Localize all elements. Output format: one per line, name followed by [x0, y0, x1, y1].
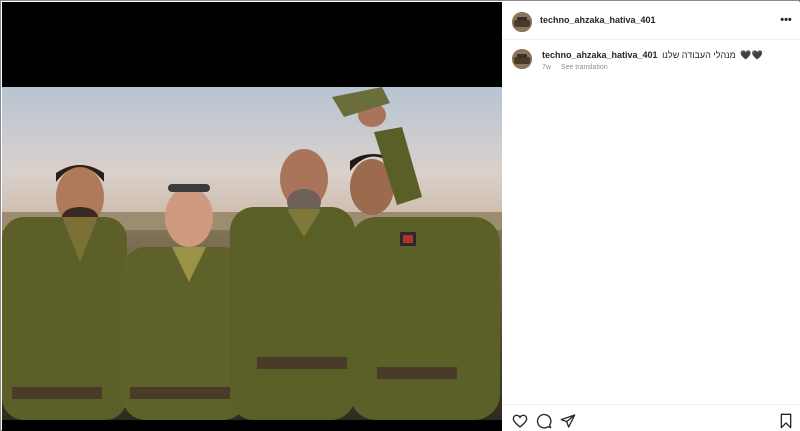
comment-icon [536, 413, 552, 429]
caption-text: מנהלי העבודה שלנו [662, 50, 736, 60]
comment-button[interactable] [536, 413, 552, 429]
heart-icon [512, 414, 528, 428]
post-sidebar: techno_ahzaka_hativa_401 ••• techno_ahza… [502, 2, 800, 431]
avatar[interactable] [512, 12, 532, 32]
action-bar [502, 404, 800, 431]
share-button[interactable] [560, 413, 576, 429]
soldiers-photo [2, 87, 502, 420]
more-icon: ••• [780, 14, 792, 26]
post-time[interactable]: 7w [542, 64, 551, 71]
post-modal: techno_ahzaka_hativa_401 ••• techno_ahza… [0, 0, 800, 431]
caption-line: techno_ahzaka_hativa_401 מנהלי העבודה של… [542, 50, 763, 61]
caption-meta: 7w See translation [542, 64, 608, 71]
save-button[interactable] [778, 413, 794, 429]
bookmark-icon [780, 413, 792, 429]
caption-row: techno_ahzaka_hativa_401 מנהלי העבודה של… [502, 46, 800, 86]
post-media[interactable] [2, 2, 502, 431]
see-translation-button[interactable]: See translation [561, 64, 608, 71]
avatar-image [512, 49, 532, 69]
post-photo[interactable] [2, 87, 502, 420]
caption-username-link[interactable]: techno_ahzaka_hativa_401 [542, 50, 658, 60]
post-username-link[interactable]: techno_ahzaka_hativa_401 [540, 15, 656, 25]
heart-emoji: 🖤🖤 [740, 50, 763, 60]
caption-avatar[interactable] [512, 49, 532, 69]
post-header: techno_ahzaka_hativa_401 ••• [502, 2, 800, 40]
avatar-image [512, 12, 532, 32]
like-button[interactable] [512, 413, 528, 429]
more-options-button[interactable]: ••• [778, 12, 794, 28]
send-icon [560, 414, 576, 428]
